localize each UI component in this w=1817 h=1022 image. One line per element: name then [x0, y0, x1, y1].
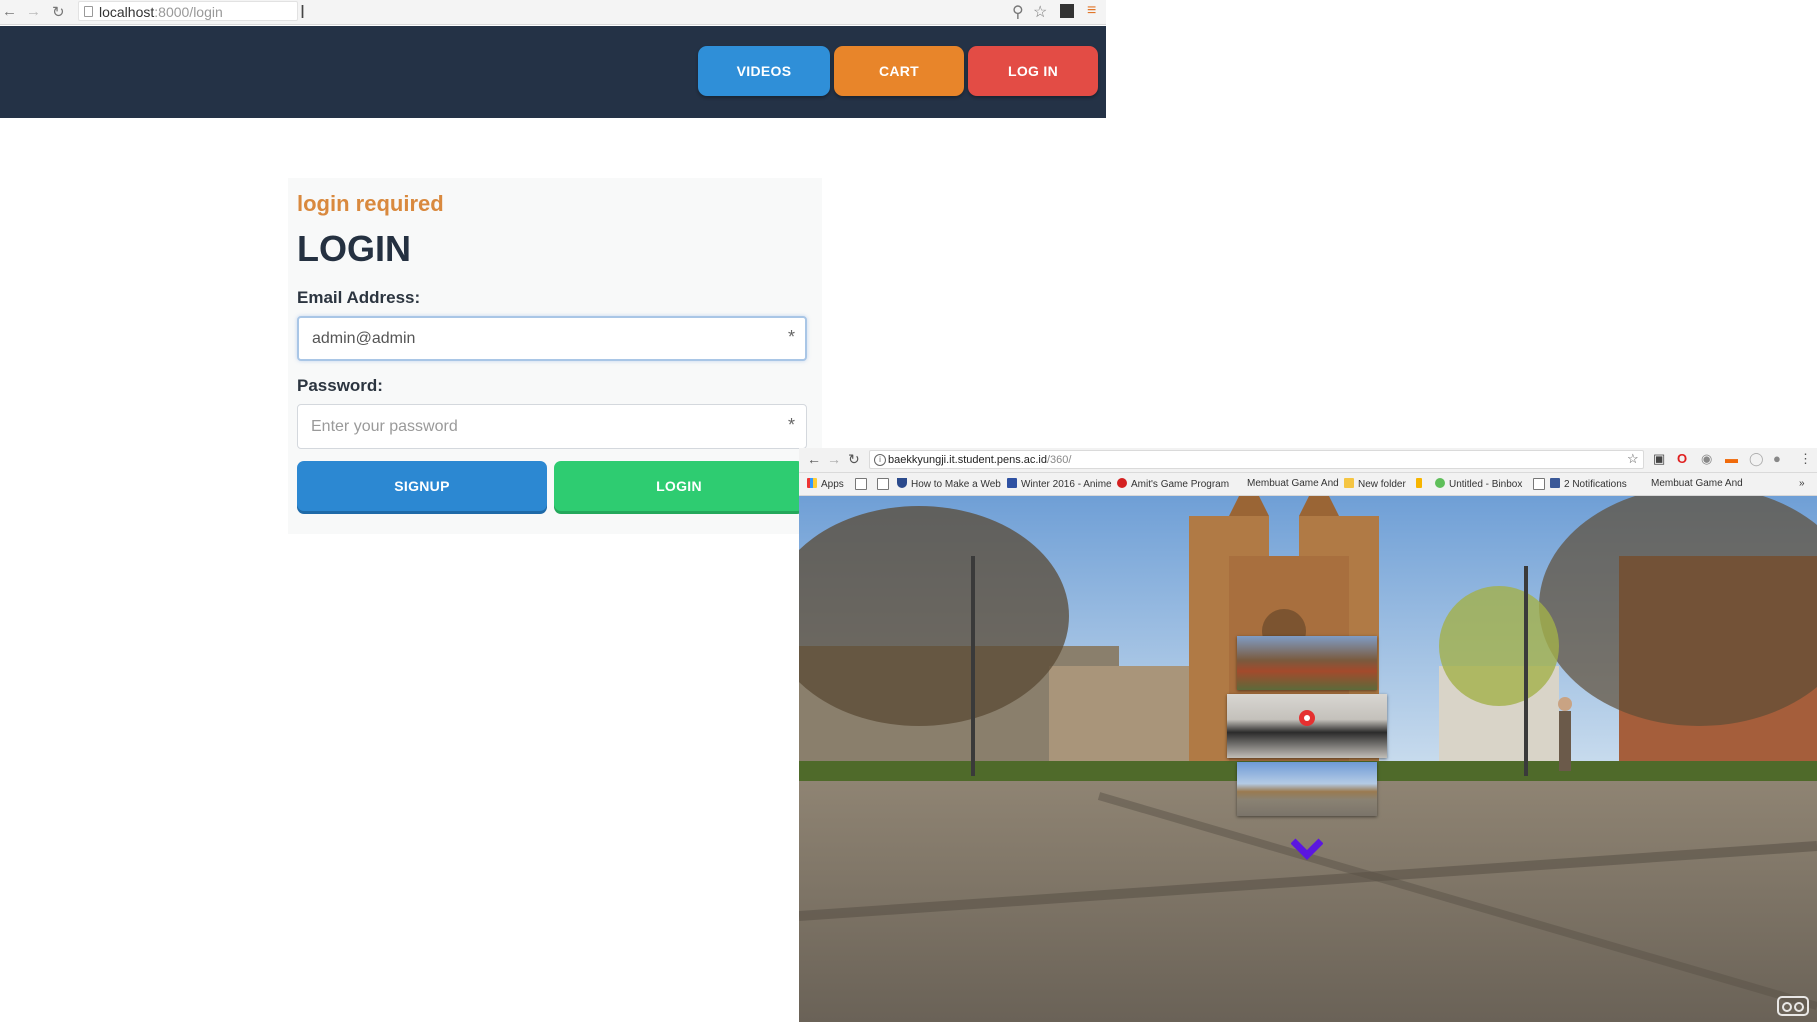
url-host: baekkyungji.it.student.pens.ac.id — [888, 454, 1047, 466]
hall-crowd-thumbnail[interactable] — [1227, 694, 1387, 758]
shield-icon — [897, 478, 907, 488]
bookmark-how-to-make-a-web[interactable]: How to Make a Web — [897, 478, 1001, 490]
browser-toolbar: ← → ↻ i baekkyungji.it.student.pens.ac.i… — [799, 448, 1817, 473]
cast-icon[interactable]: ▣ — [1653, 451, 1665, 467]
bookmark-page[interactable] — [877, 478, 893, 492]
reload-icon[interactable]: ↻ — [848, 451, 860, 468]
mal-icon — [1007, 478, 1017, 488]
bookmark-membuat-game[interactable]: Membuat Game And — [1651, 478, 1743, 489]
bookmarks-bar: Apps How to Make a Web Winter 2016 - Ani… — [799, 473, 1817, 496]
page-icon — [1533, 478, 1545, 490]
shield-icon[interactable]: ◯ — [1749, 451, 1764, 467]
extension-icon[interactable]: ▬ — [1725, 451, 1738, 466]
autumn-garden-thumbnail[interactable] — [1237, 636, 1377, 690]
opera-icon[interactable]: O — [1677, 451, 1687, 466]
url-host: localhost — [99, 4, 155, 20]
square-church-thumbnail[interactable] — [1237, 762, 1377, 816]
panorama-image — [799, 476, 1817, 1022]
forward-arrow-icon[interactable]: → — [26, 3, 41, 20]
zoom-icon[interactable]: ⚲ — [1012, 2, 1024, 22]
cart-button[interactable]: CART — [834, 46, 964, 96]
bookmark-new-folder[interactable]: New folder — [1344, 478, 1406, 490]
binbox-icon — [1435, 478, 1445, 488]
text-cursor-icon: I — [300, 2, 306, 22]
bookmark-binbox[interactable]: Untitled - Binbox — [1435, 478, 1522, 490]
bookmark-winter-2016-anime[interactable]: Winter 2016 - Anime — [1007, 478, 1112, 490]
password-label: Password: — [297, 376, 383, 395]
required-marker: * — [788, 327, 796, 347]
info-icon: i — [874, 454, 886, 466]
facebook-icon — [1550, 478, 1560, 488]
login-button[interactable]: LOGIN — [554, 461, 804, 511]
bookmark-flag[interactable] — [1416, 478, 1426, 490]
bookmark-page[interactable] — [855, 478, 871, 492]
email-field[interactable] — [297, 316, 807, 361]
apps-grid-icon — [807, 478, 817, 488]
microphone-icon[interactable]: ● — [1773, 451, 1781, 466]
extension-icon[interactable] — [1060, 4, 1074, 18]
page-icon — [855, 478, 867, 490]
bookmark-star-icon[interactable]: ☆ — [1033, 2, 1047, 22]
url-path: :8000/login — [154, 4, 223, 20]
forward-arrow-icon[interactable]: → — [827, 451, 841, 467]
url-path: /360/ — [1047, 454, 1072, 466]
required-marker: * — [788, 415, 796, 435]
bookmark-star-icon[interactable]: ☆ — [1627, 451, 1639, 467]
videos-button[interactable]: VIDEOS — [698, 46, 830, 96]
viewer-browser-window: ← → ↻ i baekkyungji.it.student.pens.ac.i… — [799, 448, 1817, 1022]
menu-icon[interactable]: ≡ — [1087, 2, 1096, 20]
more-bookmarks-icon[interactable]: » — [1799, 478, 1805, 489]
reload-icon[interactable]: ↻ — [52, 3, 65, 21]
address-bar[interactable]: i baekkyungji.it.student.pens.ac.id/360/ — [869, 450, 1644, 469]
panorama-viewer[interactable] — [799, 476, 1817, 1022]
bookmark-notifications[interactable]: 2 Notifications — [1550, 478, 1627, 490]
page-title: LOGIN — [297, 228, 411, 269]
bookmark-page[interactable] — [1533, 478, 1549, 492]
back-arrow-icon[interactable]: ← — [807, 451, 821, 467]
location-pin-icon — [1299, 710, 1315, 726]
bookmark-membuat-game[interactable]: Membuat Game And — [1247, 478, 1339, 489]
page-icon — [84, 6, 93, 17]
chevron-down-icon[interactable] — [1291, 837, 1323, 861]
browser-toolbar: ← → ↻ localhost:8000/login I ⚲ ☆ ≡ — [0, 0, 1106, 25]
bookmark-apps[interactable]: Apps — [807, 478, 844, 490]
folder-icon — [1344, 478, 1354, 488]
vr-headset-icon[interactable] — [1777, 996, 1809, 1016]
address-bar[interactable]: localhost:8000/login — [78, 1, 298, 21]
page-icon — [877, 478, 889, 490]
bookmark-amits-game[interactable]: Amit's Game Program — [1117, 478, 1229, 490]
email-label: Email Address: — [297, 288, 421, 307]
menu-icon[interactable]: ⋮ — [1799, 451, 1812, 467]
password-field[interactable] — [297, 404, 807, 449]
star-badge-icon — [1117, 478, 1127, 488]
back-arrow-icon[interactable]: ← — [2, 3, 17, 20]
signup-button[interactable]: SIGNUP — [297, 461, 547, 511]
bookmark-flag-icon — [1416, 478, 1422, 488]
extension-icon[interactable]: ◉ — [1701, 451, 1712, 467]
login-required-notice: login required — [297, 191, 444, 216]
nav-login-button[interactable]: LOG IN — [968, 46, 1098, 96]
site-navbar: VIDEOS CART LOG IN — [0, 26, 1106, 118]
